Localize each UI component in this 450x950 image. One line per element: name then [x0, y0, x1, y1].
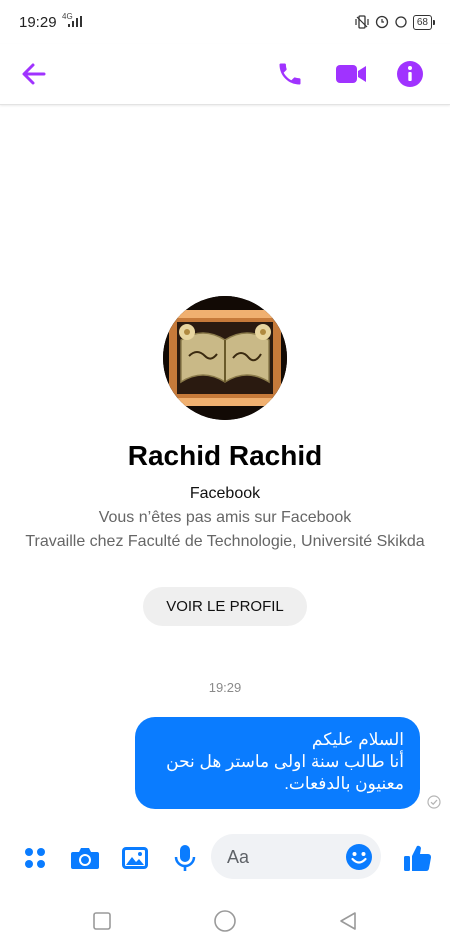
outgoing-message-bubble[interactable]: السلام عليكم أنا طالب سنة اولى ماستر هل … [135, 717, 420, 809]
home-button[interactable] [211, 907, 239, 935]
message-line: أنا طالب سنة اولى ماستر هل نحن معنيون با… [166, 752, 404, 793]
profile-avatar[interactable] [163, 296, 287, 420]
chat-header [0, 44, 450, 105]
home-icon [214, 910, 236, 932]
more-actions-button[interactable] [18, 841, 52, 875]
recent-apps-icon [93, 912, 111, 930]
status-bar: 19:29 4G 68 [0, 0, 450, 44]
message-line: السلام عليكم [311, 730, 404, 749]
signal-icon [68, 16, 82, 27]
status-right-icons: 68 [355, 12, 436, 32]
message-input[interactable] [225, 842, 339, 873]
battery-icon: 68 [412, 14, 436, 30]
message-input-wrapper [211, 834, 381, 879]
view-profile-button[interactable]: VOIR LE PROFIL [143, 587, 307, 626]
profile-work: Travaille chez Faculté de Technologie, U… [25, 533, 425, 550]
call-button[interactable] [272, 56, 308, 92]
camera-icon [71, 848, 99, 869]
video-call-button[interactable] [333, 56, 369, 92]
friend-status: Vous n’êtes pas amis sur Facebook [98, 509, 352, 526]
sent-check-icon [427, 795, 441, 809]
gallery-button[interactable] [118, 841, 152, 875]
emoji-button[interactable] [345, 843, 373, 871]
profile-platform: Facebook [189, 485, 261, 502]
battery-level: 68 [416, 16, 428, 28]
like-button[interactable] [400, 841, 434, 875]
profile-name: Rachid Rachid [127, 440, 323, 471]
message-composer [0, 828, 450, 888]
camera-button[interactable] [68, 841, 102, 875]
phone-icon [279, 63, 301, 85]
vibrate-icon [355, 15, 369, 29]
avatar-image [163, 296, 287, 420]
like-icon [404, 845, 432, 872]
info-button[interactable] [392, 56, 428, 92]
message-timestamp: 19:29 [208, 680, 242, 695]
alarm-icon [375, 15, 389, 29]
arrow-left-icon [22, 63, 46, 85]
back-button[interactable] [16, 56, 52, 92]
gallery-icon [122, 847, 148, 869]
microphone-icon [174, 845, 196, 871]
voice-button[interactable] [168, 841, 202, 875]
status-time: 19:29 [19, 14, 57, 31]
info-icon [397, 61, 423, 87]
data-saver-icon [395, 16, 407, 28]
emoji-icon [346, 844, 372, 870]
menu-dots-icon [25, 848, 45, 868]
video-camera-icon [336, 65, 366, 83]
recent-apps-button[interactable] [88, 907, 116, 935]
back-icon [340, 912, 356, 930]
system-nav-bar [0, 895, 450, 950]
nav-back-button[interactable] [334, 907, 362, 935]
